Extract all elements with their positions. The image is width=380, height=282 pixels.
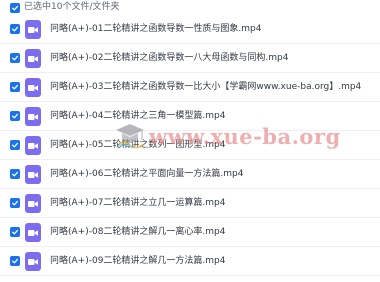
- video-file-icon: [25, 136, 41, 155]
- file-name[interactable]: 冋略(A+)-09二轮精讲之解几一方法篇.mp4: [50, 255, 226, 267]
- check-icon: [11, 55, 19, 61]
- file-row[interactable]: 冋略(A+)-03二轮精讲之函数导数一比大小【学霸网www.xue-ba.org…: [0, 73, 380, 102]
- check-icon: [11, 171, 19, 177]
- file-name[interactable]: 冋略(A+)-06二轮精讲之平面向量一方法篇.mp4: [50, 168, 244, 180]
- file-row[interactable]: 冋略(A+)-08二轮精讲之解几一离心率.mp4: [0, 218, 380, 247]
- file-checkbox[interactable]: [10, 227, 20, 237]
- video-file-icon: [25, 78, 41, 97]
- check-icon: [11, 258, 19, 264]
- file-checkbox[interactable]: [10, 140, 20, 150]
- video-file-icon: [25, 107, 41, 126]
- check-icon: [11, 113, 19, 119]
- file-checkbox[interactable]: [10, 82, 20, 92]
- select-all-checkbox[interactable]: [10, 3, 20, 13]
- file-checkbox[interactable]: [10, 111, 20, 121]
- file-name[interactable]: 冋略(A+)-08二轮精讲之解几一离心率.mp4: [50, 226, 226, 238]
- selection-count-label: 已选中10个文件/文件夹: [24, 2, 120, 12]
- file-name[interactable]: 冋略(A+)-04二轮精讲之三角一模型篇.mp4: [50, 110, 226, 122]
- file-name[interactable]: 冋略(A+)-05二轮精讲之数列一图形型.mp4: [50, 139, 226, 151]
- file-checkbox[interactable]: [10, 256, 20, 266]
- video-file-icon: [25, 252, 41, 271]
- file-row[interactable]: 冋略(A+)-09二轮精讲之解几一方法篇.mp4: [0, 247, 380, 276]
- video-file-icon: [25, 165, 41, 184]
- file-list: 冋略(A+)-01二轮精讲之函数导数一性质与图象.mp4 冋略(A+)-02二轮…: [0, 15, 380, 276]
- selection-header: 已选中10个文件/文件夹: [0, 0, 380, 15]
- file-checkbox[interactable]: [10, 198, 20, 208]
- check-icon: [11, 5, 19, 11]
- video-file-icon: [25, 20, 41, 39]
- video-file-icon: [25, 223, 41, 242]
- file-checkbox[interactable]: [10, 53, 20, 63]
- file-row[interactable]: 冋略(A+)-05二轮精讲之数列一图形型.mp4: [0, 131, 380, 160]
- check-icon: [11, 229, 19, 235]
- file-name[interactable]: 冋略(A+)-03二轮精讲之函数导数一比大小【学霸网www.xue-ba.org…: [50, 81, 361, 93]
- file-row[interactable]: 冋略(A+)-02二轮精讲之函数导数一八大母函数与同构.mp4: [0, 44, 380, 73]
- file-row[interactable]: 冋略(A+)-01二轮精讲之函数导数一性质与图象.mp4: [0, 15, 380, 44]
- video-file-icon: [25, 49, 41, 68]
- file-checkbox[interactable]: [10, 169, 20, 179]
- check-icon: [11, 200, 19, 206]
- file-name[interactable]: 冋略(A+)-07二轮精讲之立几一运算篇.mp4: [50, 197, 226, 209]
- check-icon: [11, 26, 19, 32]
- file-checkbox[interactable]: [10, 24, 20, 34]
- file-row[interactable]: 冋略(A+)-04二轮精讲之三角一模型篇.mp4: [0, 102, 380, 131]
- video-file-icon: [25, 194, 41, 213]
- file-row[interactable]: 冋略(A+)-06二轮精讲之平面向量一方法篇.mp4: [0, 160, 380, 189]
- file-row[interactable]: 冋略(A+)-07二轮精讲之立几一运算篇.mp4: [0, 189, 380, 218]
- check-icon: [11, 84, 19, 90]
- check-icon: [11, 142, 19, 148]
- file-name[interactable]: 冋略(A+)-01二轮精讲之函数导数一性质与图象.mp4: [50, 23, 262, 35]
- file-name[interactable]: 冋略(A+)-02二轮精讲之函数导数一八大母函数与同构.mp4: [50, 52, 289, 64]
